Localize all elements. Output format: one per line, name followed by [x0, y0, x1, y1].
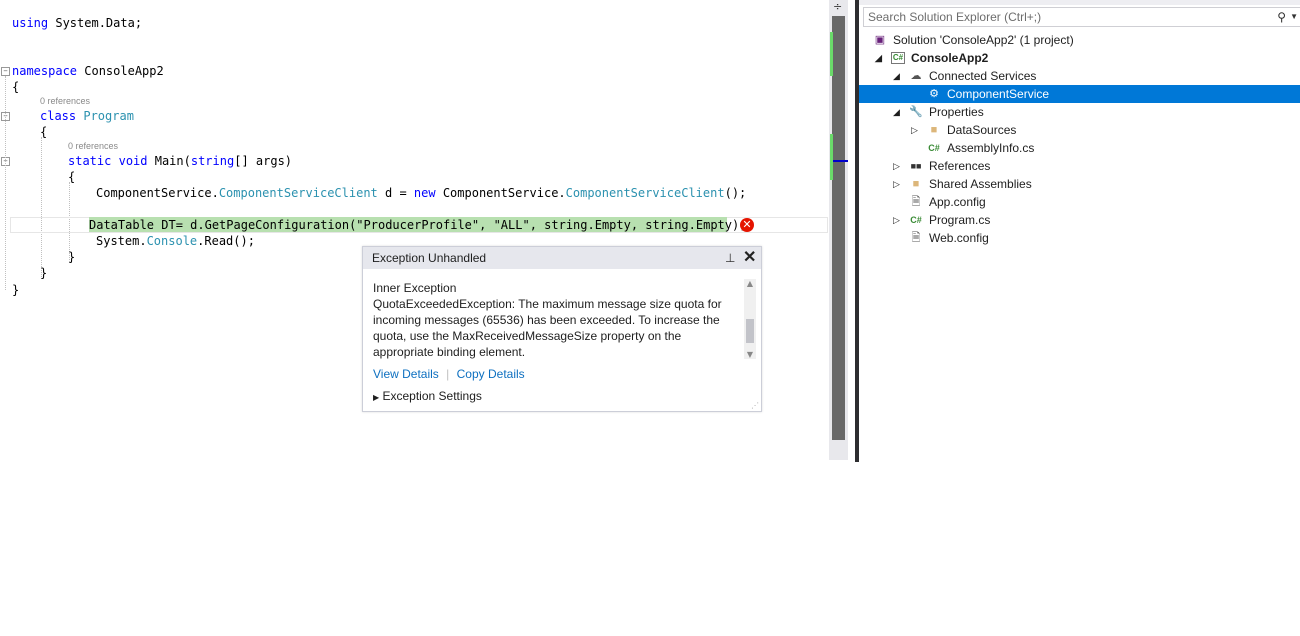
brace-line: }	[12, 283, 20, 297]
expand-arrow-icon[interactable]: ▷	[911, 121, 918, 139]
client-declaration-line: ComponentService.ComponentServiceClient …	[96, 186, 747, 200]
main-method-line: static void Main(string[] args)	[68, 154, 293, 168]
scroll-up-arrow-icon[interactable]: ▲	[744, 279, 756, 288]
references-codelens[interactable]: 0 references	[68, 141, 118, 151]
exception-message: QuotaExceededException: The maximum mess…	[373, 297, 722, 359]
class-line: class Program	[40, 109, 134, 123]
tree-item-project[interactable]: ◢ C# ConsoleApp2	[873, 49, 1293, 67]
outline-guide	[5, 76, 6, 290]
tree-item-solution[interactable]: ▣ Solution 'ConsoleApp2' (1 project)	[873, 31, 1293, 49]
expand-arrow-icon[interactable]: ▷	[893, 157, 900, 175]
collapse-arrow-icon[interactable]: ◢	[875, 49, 882, 67]
search-icon[interactable]: ⚲	[1277, 8, 1286, 26]
scroll-down-arrow-icon[interactable]: ▼	[744, 350, 756, 359]
tree-item-app-config[interactable]: 🗎 App.config	[873, 193, 1293, 211]
exception-line: DataTable DT= d.GetPageConfiguration("Pr…	[89, 218, 747, 232]
editor-scrollbar[interactable]: ÷	[829, 0, 848, 460]
brace-line: {	[40, 125, 48, 139]
tree-item-references[interactable]: ▷ ■■ References	[873, 157, 1293, 175]
tree-item-properties[interactable]: ◢ 🔧 Properties	[873, 103, 1293, 121]
view-details-link[interactable]: View Details	[373, 367, 439, 381]
references-codelens[interactable]: 0 references	[40, 96, 90, 106]
caret-marker	[833, 160, 848, 162]
exception-popup: Exception Unhandled ⊥ ✕ Inner Exception …	[362, 246, 762, 412]
brace-line: {	[68, 170, 76, 184]
exception-settings-toggle[interactable]: ▶ Exception Settings	[373, 388, 733, 406]
expand-arrow-icon: ▶	[373, 393, 380, 402]
copy-details-link[interactable]: Copy Details	[457, 367, 525, 381]
resize-grip-icon[interactable]: ⋰	[751, 401, 759, 410]
config-icon: 🗎	[911, 196, 921, 208]
tree-item-componentservice[interactable]: ⚙ ComponentService	[859, 85, 1300, 103]
dropdown-arrow-icon[interactable]: ▼	[1290, 8, 1298, 26]
console-read-line: System.Console.Read();	[96, 234, 255, 248]
scroll-thumb[interactable]	[832, 16, 845, 440]
tree-item-connected-services[interactable]: ◢ ☁ Connected Services	[873, 67, 1293, 85]
indent-guide	[41, 137, 42, 277]
namespace-line: namespace ConsoleApp2	[12, 64, 164, 78]
solution-icon: ▣	[874, 34, 886, 46]
csharp-project-icon: C#	[891, 52, 905, 64]
collapse-arrow-icon[interactable]: ◢	[893, 67, 900, 85]
collapse-namespace-toggle[interactable]: −	[1, 67, 10, 76]
tree-item-assemblyinfo[interactable]: C# AssemblyInfo.cs	[873, 139, 1293, 157]
references-icon: ■■	[910, 161, 922, 171]
tree-item-program-cs[interactable]: ▷ C# Program.cs	[873, 211, 1293, 229]
toolbar-strip	[859, 0, 1300, 5]
solution-search-input[interactable]: Search Solution Explorer (Ctrl+;) ⚲ ▼	[863, 7, 1300, 27]
change-marker	[830, 134, 833, 180]
link-separator: |	[446, 367, 450, 381]
error-icon[interactable]: ✕	[740, 218, 754, 232]
wrench-icon: 🔧	[909, 106, 923, 118]
csharp-file-icon: C#	[928, 143, 940, 153]
service-icon: ⚙	[929, 88, 939, 100]
brace-line: {	[12, 80, 20, 94]
using-line: using System.Data;	[12, 16, 143, 30]
pin-icon[interactable]: ⊥	[725, 247, 735, 269]
solution-explorer: Search Solution Explorer (Ctrl+;) ⚲ ▼ ▣ …	[855, 0, 1300, 462]
tree-item-web-config[interactable]: 🗎 Web.config	[873, 229, 1293, 247]
cloud-icon: ☁	[910, 70, 922, 82]
inner-exception-label: Inner Exception	[373, 281, 457, 295]
expand-arrow-icon[interactable]: ▷	[893, 211, 900, 229]
tree-item-shared-assemblies[interactable]: ▷ ■ Shared Assemblies	[873, 175, 1293, 193]
config-icon: 🗎	[911, 232, 921, 244]
exception-title: Exception Unhandled	[372, 251, 487, 265]
collapse-arrow-icon[interactable]: ◢	[893, 103, 900, 121]
popup-scrollbar[interactable]: ▲ ▼	[744, 279, 756, 359]
csharp-file-icon: C#	[910, 215, 922, 225]
folder-icon: ■	[930, 124, 938, 136]
tree-item-datasources[interactable]: ▷ ■ DataSources	[873, 121, 1293, 139]
exception-popup-header: Exception Unhandled ⊥ ✕	[363, 247, 761, 269]
scroll-thumb[interactable]	[746, 319, 754, 343]
expand-arrow-icon[interactable]: ▷	[893, 175, 900, 193]
brace-line: }	[68, 250, 76, 264]
folder-icon: ■	[912, 178, 920, 190]
change-marker	[830, 32, 833, 76]
brace-line: }	[40, 266, 48, 280]
close-icon[interactable]: ✕	[743, 247, 756, 269]
split-icon[interactable]: ÷	[833, 0, 842, 13]
